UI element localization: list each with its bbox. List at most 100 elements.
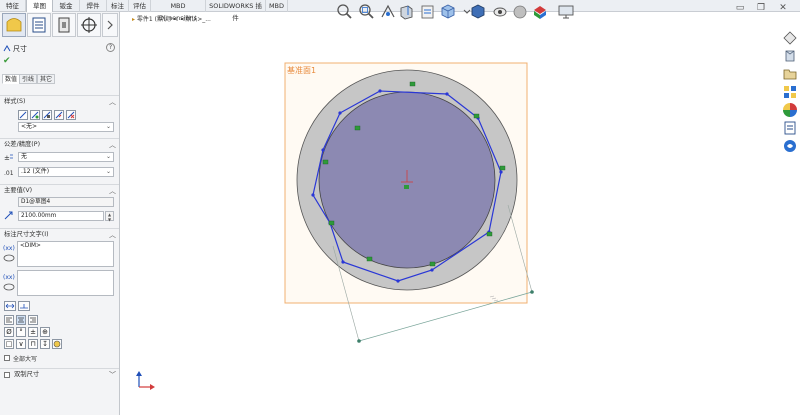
previous-view-icon[interactable] (379, 3, 397, 21)
sketch-vertex[interactable] (378, 89, 382, 93)
feature-tree-breadcrumb[interactable]: ▸ 零件1 (默认) < <默认>_... (132, 14, 211, 23)
more-symbols-button[interactable] (52, 339, 62, 349)
dynamic-annotation-icon[interactable] (419, 3, 437, 21)
tab-leaders[interactable]: 引线 (19, 74, 38, 84)
tab-other[interactable]: 其它 (37, 74, 56, 84)
tolerance-type-dropdown[interactable]: 无 ⌄ (18, 152, 114, 162)
design-library-icon[interactable] (782, 48, 798, 64)
apply-default-style-button[interactable] (18, 110, 28, 120)
help-button[interactable]: ? (106, 43, 115, 52)
view-palette-icon[interactable] (782, 84, 798, 100)
tolerance-section-header[interactable]: 公差/精度(P) ︿ (0, 138, 119, 151)
relation-icon[interactable] (322, 159, 329, 165)
chevron-up-icon[interactable]: ︿ (109, 139, 116, 151)
align-right-button[interactable] (28, 315, 38, 325)
tab-value[interactable]: 数值 (2, 74, 21, 84)
save-style-button[interactable] (42, 110, 52, 120)
minimize-icon[interactable]: ▭ (733, 2, 747, 14)
sketch-vertex[interactable] (396, 279, 400, 283)
dimension-name-field[interactable]: D1@草图4 (18, 197, 114, 207)
display-style-icon[interactable] (469, 3, 487, 21)
counterbore-symbol-button[interactable]: ⊓ (28, 339, 38, 349)
configuration-manager-tab[interactable] (52, 13, 76, 37)
dual-dimension-checkbox[interactable] (4, 372, 10, 378)
appearances-icon[interactable] (782, 102, 798, 118)
all-caps-checkbox[interactable] (4, 355, 10, 361)
sketch-vertex[interactable] (445, 92, 449, 96)
centerline-symbol-button[interactable]: ⊕ (40, 327, 50, 337)
align-center-button[interactable] (16, 315, 26, 325)
chevron-up-icon[interactable]: ︿ (109, 185, 116, 197)
edit-appearance-icon[interactable] (511, 3, 529, 21)
solidworks-resources-icon[interactable] (782, 30, 798, 46)
delete-style-button[interactable] (66, 110, 76, 120)
dimension-text-placement-icon[interactable]: (xx) (3, 242, 16, 264)
style-section-header[interactable]: 样式(S) ︿ (0, 95, 119, 108)
relation-icon[interactable] (354, 125, 361, 131)
dimension-text-lower[interactable] (17, 270, 114, 296)
sketch-vertex[interactable] (321, 148, 325, 152)
apply-scene-icon[interactable] (531, 3, 549, 21)
sketch-vertex[interactable] (341, 260, 345, 264)
dimxpert-manager-tab[interactable] (77, 13, 101, 37)
arrow-justify-button[interactable] (4, 301, 16, 311)
arrow-side-button[interactable] (18, 301, 30, 311)
view-orientation-icon[interactable] (439, 3, 457, 21)
chevron-up-icon[interactable]: ︿ (109, 96, 116, 108)
section-view-icon[interactable] (397, 3, 415, 21)
diameter-symbol-button[interactable]: Ø (4, 327, 14, 337)
forum-icon[interactable] (782, 138, 798, 154)
tab-command-4[interactable]: 标注 (107, 0, 129, 12)
tab-command-5[interactable]: 评估 (129, 0, 151, 12)
tab-command-7[interactable]: SOLIDWORKS 插件 (206, 0, 266, 22)
tab-command-3[interactable]: 焊件 (80, 0, 107, 12)
relation-icon[interactable] (366, 256, 373, 262)
reference-triad[interactable] (136, 371, 155, 390)
precision-dropdown[interactable]: .12 (文件) ⌄ (18, 167, 114, 177)
depth-symbol-button[interactable]: ↧ (40, 339, 50, 349)
tab-command-6[interactable]: MBD Dimensions (151, 0, 206, 22)
relation-icon[interactable] (486, 231, 493, 237)
file-explorer-icon[interactable] (782, 66, 798, 82)
chevron-down-icon[interactable]: ﹀ (109, 369, 116, 381)
update-style-button[interactable] (30, 110, 40, 120)
graphics-viewport[interactable]: 基准面1 (121, 24, 781, 415)
relation-icon[interactable] (499, 165, 506, 171)
zoom-to-fit-icon[interactable] (335, 3, 353, 21)
ok-button[interactable]: ✔ (3, 56, 11, 66)
view-settings-icon[interactable] (557, 3, 575, 21)
tab-command-2[interactable]: 钣金 (53, 0, 80, 12)
dimension-value-field[interactable]: 2100.00mm (18, 211, 104, 221)
sketch-vertex[interactable] (311, 193, 315, 197)
style-dropdown[interactable]: <无> ⌄ (18, 122, 114, 132)
relation-icon[interactable] (429, 261, 436, 267)
feature-manager-tab[interactable] (27, 13, 51, 37)
sketch-vertex[interactable] (499, 170, 503, 174)
chevron-up-icon[interactable]: ︿ (109, 229, 116, 241)
countersink-symbol-button[interactable]: ∨ (16, 339, 26, 349)
close-icon[interactable]: ✕ (776, 2, 790, 14)
tab-command-1[interactable]: 草图 (26, 0, 53, 12)
relation-icon[interactable] (409, 81, 416, 87)
zoom-to-area-icon[interactable] (357, 3, 375, 21)
load-style-button[interactable] (54, 110, 64, 120)
tab-command-8[interactable]: MBD (266, 0, 288, 12)
align-left-button[interactable] (4, 315, 14, 325)
square-symbol-button[interactable]: □ (4, 339, 14, 349)
dimension-text-upper[interactable]: <DIM> (17, 241, 114, 267)
dimension-text-section-header[interactable]: 标注尺寸文字(I) ︿ (0, 228, 119, 241)
restore-icon[interactable]: ❐ (754, 2, 768, 14)
relation-icon[interactable] (473, 113, 480, 119)
primary-value-section-header[interactable]: 主要值(V) ︿ (0, 184, 119, 197)
more-tabs-arrow[interactable] (102, 13, 118, 37)
dimension-text-lower-icon[interactable]: (xx) (3, 271, 16, 293)
value-spinner[interactable]: ▲ ▼ (105, 211, 114, 222)
relation-icon[interactable] (328, 220, 335, 226)
custom-properties-icon[interactable] (782, 120, 798, 136)
degree-symbol-button[interactable]: ° (16, 327, 26, 337)
hide-show-items-icon[interactable] (491, 3, 509, 21)
dual-dimension-section-header[interactable]: 双制尺寸 ﹀ (0, 368, 119, 381)
plus-minus-symbol-button[interactable]: ± (28, 327, 38, 337)
property-manager-tab[interactable] (2, 13, 26, 37)
sketch-vertex[interactable] (338, 111, 342, 115)
